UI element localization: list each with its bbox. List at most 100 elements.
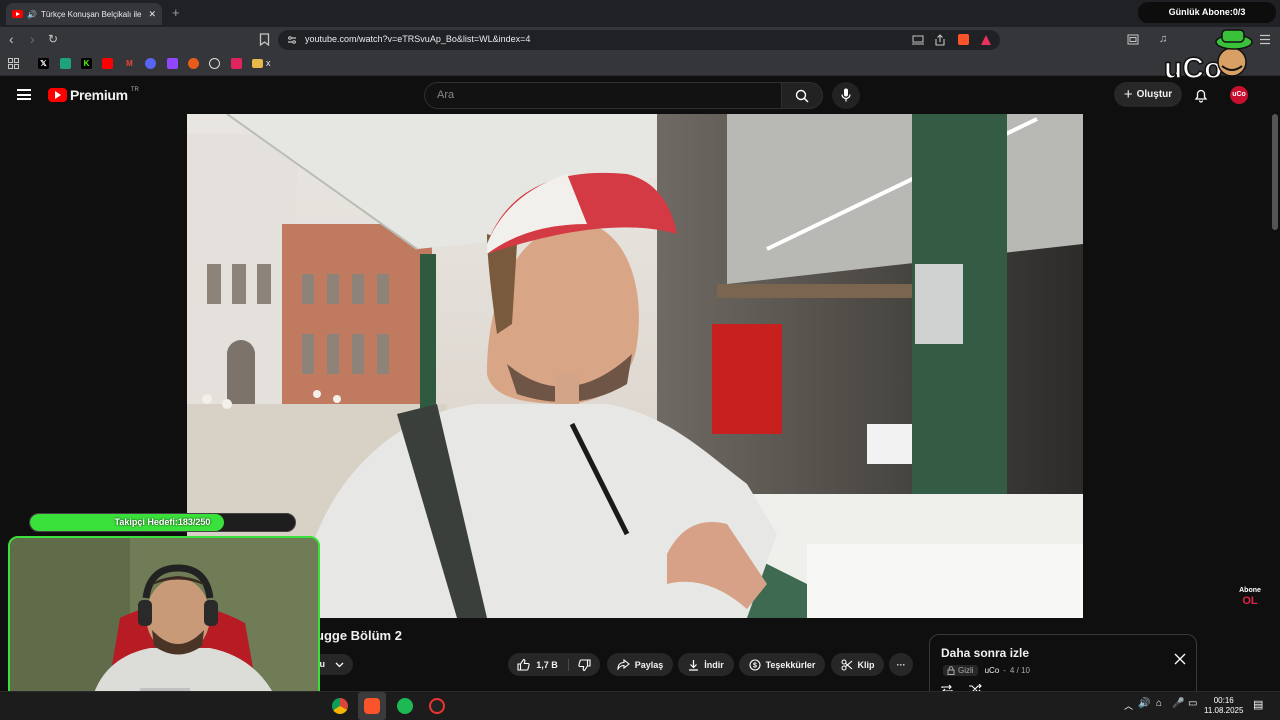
- watermark-line1: Abone: [1239, 587, 1261, 594]
- brave-shields-icon[interactable]: [958, 34, 969, 45]
- region-code: TR: [130, 87, 139, 93]
- notifications-bell-icon[interactable]: [1193, 87, 1209, 103]
- bookmark-twitch-icon[interactable]: [167, 58, 178, 69]
- privacy-badge: Gizli: [943, 665, 978, 676]
- youtube-favicon-icon: [12, 10, 23, 18]
- volume-tray-icon[interactable]: 🔊: [1138, 698, 1150, 709]
- youtube-header: Premium TR Ara + Oluştur uCo: [0, 77, 1280, 114]
- bookmark-page-icon[interactable]: [259, 33, 270, 46]
- mascot-logo-icon: uCo: [1163, 29, 1253, 86]
- like-button[interactable]: 1,7 B: [517, 658, 569, 671]
- bookmark-folder-icon[interactable]: [252, 59, 263, 68]
- daily-subscriber-counter: Günlük Abone:0/3: [1138, 2, 1276, 23]
- chevron-down-icon: [335, 662, 344, 668]
- video-title: ugge Bölüm 2: [316, 628, 402, 643]
- bookmark-folder-label[interactable]: x: [266, 58, 271, 68]
- tab-title: Türkçe Konuşan Belçikalı ile B: [40, 9, 145, 19]
- clip-label: Klip: [857, 659, 875, 670]
- tray-chevron-icon[interactable]: ︿: [1124, 699, 1133, 712]
- speaker-icon[interactable]: 🔊: [27, 10, 37, 19]
- more-actions-button[interactable]: ···: [889, 653, 913, 676]
- url-text: youtube.com/watch?v=eTRSvuAp_Bo&list=WL&…: [305, 34, 531, 44]
- playlist-title[interactable]: Daha sonra izle: [941, 646, 1029, 660]
- subscribe-watermark[interactable]: Abone OL: [1236, 586, 1264, 610]
- webcam-overlay: [8, 536, 320, 709]
- back-icon[interactable]: ‹: [9, 31, 14, 47]
- brave-taskbar-icon[interactable]: [364, 698, 380, 714]
- hamburger-menu-icon[interactable]: [17, 89, 31, 100]
- create-button[interactable]: + Oluştur: [1114, 82, 1182, 107]
- browser-nav-bar: ‹ › ↻ youtube.com/watch?v=eTRSvuAp_Bo&li…: [0, 27, 1280, 52]
- thanks-label: Teşekkürler: [765, 659, 816, 670]
- brave-rewards-icon[interactable]: [980, 34, 992, 46]
- bookmark-x-icon[interactable]: 𝕏: [38, 58, 49, 69]
- bookmark-chat-icon[interactable]: [60, 58, 71, 69]
- browser-tab-active[interactable]: 🔊 Türkçe Konuşan Belçikalı ile B ✕: [6, 3, 162, 25]
- share-page-icon[interactable]: [934, 34, 946, 46]
- download-icon: [689, 659, 699, 671]
- watermark-line2: OL: [1242, 595, 1258, 607]
- apps-grid-icon[interactable]: [8, 58, 19, 69]
- svg-text:uCo: uCo: [1164, 52, 1222, 82]
- like-dislike-group: 1,7 B: [508, 653, 600, 676]
- share-arrow-icon: [617, 659, 630, 670]
- obs-taskbar-icon[interactable]: [429, 698, 445, 714]
- more-dots-icon: ···: [896, 659, 906, 670]
- create-label: Oluştur: [1136, 89, 1173, 100]
- system-clock[interactable]: 00:16 11.08.2025: [1204, 696, 1243, 716]
- bookmark-discord-icon[interactable]: [145, 58, 156, 69]
- lock-icon: [947, 666, 955, 675]
- mic-tray-icon[interactable]: 🎤: [1172, 698, 1184, 709]
- playlist-owner[interactable]: uCo: [985, 666, 1000, 675]
- clip-button[interactable]: Klip: [831, 653, 884, 676]
- follower-goal-text: Takipçi Hedefi:183/250: [114, 517, 211, 527]
- os-taskbar: ︿ 🔊 ⌂ 🎤 ▭ 00:16 11.08.2025 ▤: [0, 691, 1280, 720]
- thumbs-up-icon: [517, 658, 530, 671]
- scissors-icon: [841, 659, 852, 670]
- youtube-logo-icon: [48, 88, 67, 102]
- separator-dot: -: [1003, 666, 1006, 675]
- video-player[interactable]: [187, 114, 1083, 618]
- address-bar[interactable]: youtube.com/watch?v=eTRSvuAp_Bo&list=WL&…: [278, 30, 1000, 50]
- watch-later-panel: Daha sonra izle Gizli uCo - 4 / 10: [929, 634, 1197, 698]
- bookmark-kick-icon[interactable]: K: [81, 58, 92, 69]
- voice-search-button[interactable]: [832, 82, 860, 109]
- page-scrollbar[interactable]: [1272, 114, 1278, 230]
- search-icon: [795, 89, 809, 103]
- bookmark-gmail-icon[interactable]: M: [124, 58, 135, 69]
- site-info-icon[interactable]: [287, 35, 297, 45]
- playlist-position: 4 / 10: [1009, 666, 1030, 675]
- spotify-taskbar-icon[interactable]: [397, 698, 413, 714]
- sidebar-toggle-icon[interactable]: [1127, 34, 1139, 45]
- microphone-icon: [841, 88, 851, 102]
- bookmark-youtube-icon[interactable]: [102, 58, 113, 69]
- notification-center-icon[interactable]: ▤: [1253, 698, 1263, 711]
- thanks-button[interactable]: $ Teşekkürler: [739, 653, 825, 676]
- plus-icon: +: [1123, 85, 1133, 103]
- network-tray-icon[interactable]: ⌂: [1156, 698, 1162, 709]
- bookmark-openai-icon[interactable]: [209, 58, 220, 69]
- cast-icon[interactable]: [912, 35, 924, 45]
- bookmark-pink-icon[interactable]: [231, 58, 242, 69]
- search-input[interactable]: Ara: [424, 82, 782, 109]
- download-label: İndir: [704, 659, 724, 670]
- chrome-taskbar-icon[interactable]: [332, 698, 348, 714]
- share-button[interactable]: Paylaş: [607, 653, 673, 676]
- bookmark-sun-icon[interactable]: [188, 58, 199, 69]
- forward-icon[interactable]: ›: [30, 31, 35, 47]
- thumbs-down-icon[interactable]: [578, 658, 591, 671]
- reload-icon[interactable]: ↻: [48, 31, 58, 47]
- streamer-logo: uCo: [1162, 26, 1262, 86]
- new-tab-button[interactable]: +: [172, 5, 180, 20]
- account-avatar[interactable]: uCo: [1230, 86, 1248, 104]
- super-thanks-icon: $: [749, 658, 761, 671]
- logo-wordmark: Premium: [70, 87, 128, 103]
- youtube-premium-logo[interactable]: Premium TR: [48, 87, 139, 103]
- bookmarks-bar: 𝕏 K M x: [0, 52, 1280, 76]
- download-button[interactable]: İndir: [678, 653, 734, 676]
- close-tab-icon[interactable]: ✕: [148, 9, 156, 20]
- close-panel-icon[interactable]: [1174, 653, 1186, 665]
- search-button[interactable]: [781, 82, 823, 109]
- playlist-meta: Gizli uCo - 4 / 10: [943, 665, 1030, 676]
- display-tray-icon[interactable]: ▭: [1188, 698, 1197, 709]
